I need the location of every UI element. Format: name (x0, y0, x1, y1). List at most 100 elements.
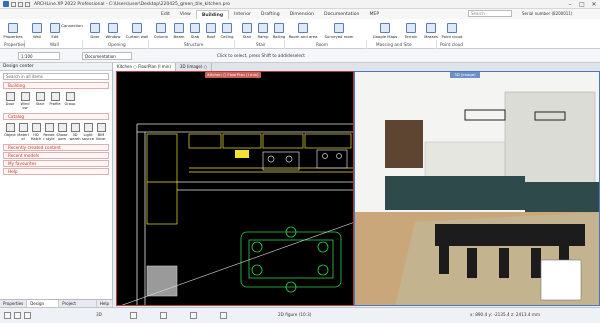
building-section[interactable]: Building (3, 82, 109, 89)
column-label: Column (153, 34, 169, 39)
stair-label: Stair (242, 34, 252, 39)
point-cloud-button[interactable]: Point cloud (438, 21, 466, 42)
grid-icon[interactable] (190, 312, 197, 319)
scale-select[interactable]: 1:100 (18, 52, 60, 60)
close-button[interactable]: ✕ (588, 0, 600, 9)
hatch-item[interactable]: HD Hatch (30, 123, 42, 141)
terrain-icon (406, 23, 416, 33)
tab-view[interactable]: View (175, 10, 196, 19)
view-mode[interactable]: 3D (96, 312, 102, 317)
snap-icon[interactable] (130, 312, 137, 319)
search-input[interactable]: Search (468, 10, 512, 17)
surveyed-room-button[interactable]: Surveyed room (322, 21, 356, 42)
catalog-items: Object Materi al HD Hatch Rende r style … (0, 121, 112, 143)
object-item[interactable]: Object (4, 123, 16, 141)
help-section[interactable]: Help (3, 168, 109, 175)
recently-created-section[interactable]: Recently created content (3, 144, 109, 151)
map-icon (380, 23, 390, 33)
terrain-button[interactable]: Terrain (400, 21, 422, 42)
curtain-wall-button[interactable]: Curtain wall (124, 21, 150, 42)
properties-button[interactable]: Properties (2, 21, 24, 42)
bim-library-label: BIM librar (96, 133, 106, 141)
point-cloud-label: Point cloud (441, 34, 463, 39)
navigation-cube[interactable] (540, 259, 582, 301)
tab-drafting[interactable]: Drafting (256, 10, 285, 19)
surveyed-room-label: Surveyed room (324, 34, 354, 39)
my-favourites-section[interactable]: My favourites (3, 160, 109, 167)
selected-element[interactable] (235, 150, 249, 158)
bim-library-item[interactable]: BIM librar (95, 123, 107, 141)
status-tool-icon[interactable] (14, 312, 21, 319)
stair-item[interactable]: Stair (34, 92, 46, 110)
minimize-button[interactable]: – (564, 0, 576, 9)
app-logo-icon (3, 1, 9, 7)
group-item[interactable]: Group (64, 92, 76, 110)
window-label: Window (105, 34, 121, 39)
layer-select[interactable]: Documentation (82, 52, 132, 60)
ortho-icon[interactable] (160, 312, 167, 319)
hatch-item-label: HD Hatch (30, 133, 42, 141)
group-item-label: Group (64, 102, 76, 106)
window-item[interactable]: Wind ow (19, 92, 31, 110)
profile-icon (50, 92, 60, 101)
layer-icon[interactable] (220, 312, 227, 319)
showroom-item[interactable]: Showr oom (56, 123, 68, 141)
group-label-wall: Wall (50, 42, 59, 47)
design-center-title: Design center (0, 63, 112, 71)
tab-design-center[interactable]: Design center (27, 300, 60, 314)
masses-icon (426, 23, 436, 33)
connection-button[interactable]: Connection (60, 17, 84, 38)
masses-label: Masses (424, 34, 438, 39)
doc-tab-3d[interactable]: 3D (image) ○ (176, 63, 213, 71)
tab-documentation[interactable]: Documentation (319, 10, 364, 19)
tab-building[interactable]: Building (195, 10, 230, 19)
window-button[interactable]: Window (102, 21, 124, 42)
material-item-label: Materi al (17, 133, 29, 141)
quick-access-open-icon[interactable] (18, 1, 23, 7)
properties-icon (8, 23, 18, 33)
edit-label: Edit (51, 34, 59, 39)
status-tool-icon[interactable] (24, 312, 31, 319)
building-items: Door Wind ow Stair Profile Group (0, 90, 112, 112)
tab-mep[interactable]: MEP (364, 10, 384, 19)
curtain-wall-icon (132, 23, 142, 33)
quick-access-save-icon[interactable] (25, 1, 30, 7)
catalog-section[interactable]: Catalog (3, 113, 109, 120)
ceiling-button[interactable]: Ceiling (216, 21, 238, 42)
figure-scale[interactable]: 2D figure (10:3) (278, 312, 311, 317)
profile-item[interactable]: Profile (49, 92, 61, 110)
roof-icon (206, 23, 216, 33)
light-source-label: Light source (82, 133, 94, 141)
light-source-item[interactable]: Light source (82, 123, 94, 141)
properties-label: Properties (3, 34, 23, 39)
tab-help[interactable]: Help (97, 300, 113, 307)
recent-models-section[interactable]: Recent models (3, 152, 109, 159)
tab-dimension[interactable]: Dimension (285, 10, 319, 19)
slab-label: Slab (190, 34, 200, 39)
column-icon (156, 23, 166, 33)
doc-tab-floorplan[interactable]: Kitchen ○ FloorPlan (I min) (113, 63, 176, 71)
cursor-coordinates: x: 890.4 y: -2135.4 z: 2413.4 mm (470, 312, 541, 317)
tab-interior[interactable]: Interior (229, 10, 256, 19)
material-item[interactable]: Materi al (17, 123, 29, 141)
maximize-button[interactable]: □ (576, 0, 588, 9)
floorplan-viewport[interactable] (116, 71, 354, 306)
roof-label: Roof (206, 34, 216, 39)
room-and-area-button[interactable]: Room and area (286, 21, 320, 42)
beam-label: Beam (173, 34, 185, 39)
tab-project-navigator[interactable]: Project navigator (59, 300, 97, 314)
status-tool-icon[interactable] (4, 312, 11, 319)
title-bar: ARCHLine.XP 2022 Professional - C:\Users… (0, 0, 600, 9)
ramp-label: Ramp (257, 34, 269, 39)
3d-viewport[interactable] (354, 71, 600, 306)
door-item[interactable]: Door (4, 92, 16, 110)
3d-warehouse-item[interactable]: 3D wareh (69, 123, 81, 141)
design-center-search-input[interactable]: Search in all items (3, 73, 109, 80)
tab-edit[interactable]: Edit (156, 10, 175, 19)
quick-access-new-icon[interactable] (11, 1, 16, 7)
render-style-item[interactable]: Rende r style (43, 123, 55, 141)
showroom-label: Showr oom (56, 133, 68, 141)
tab-properties[interactable]: Properties (0, 300, 28, 307)
google-maps-button[interactable]: Google Maps (370, 21, 400, 42)
group-label-point-cloud: Point cloud (440, 42, 464, 47)
